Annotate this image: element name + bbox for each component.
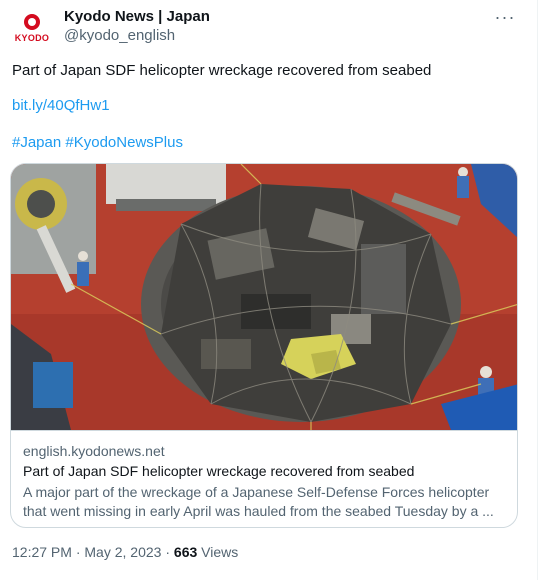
hashtag-japan[interactable]: #Japan bbox=[12, 134, 61, 151]
card-domain: english.kyodonews.net bbox=[23, 443, 165, 459]
card-image[interactable] bbox=[11, 164, 517, 430]
meta-separator: · bbox=[75, 544, 81, 560]
views-label: Views bbox=[201, 544, 239, 560]
tweet-text: Part of Japan SDF helicopter wreckage re… bbox=[12, 62, 432, 79]
author-name[interactable]: Kyodo News | Japan bbox=[64, 8, 210, 25]
card-title: Part of Japan SDF helicopter wreckage re… bbox=[23, 463, 415, 479]
hashtag-kyodonewsplus[interactable]: #KyodoNewsPlus bbox=[65, 134, 183, 151]
card-description: A major part of the wreckage of a Japane… bbox=[23, 484, 494, 519]
kyodo-logo-icon bbox=[24, 13, 40, 30]
more-horizontal-icon[interactable]: ··· bbox=[490, 8, 520, 30]
meta-separator-2: · bbox=[165, 544, 171, 560]
tweet-meta: 12:27 PM · May 2, 2023 · 663 Views bbox=[12, 544, 238, 560]
avatar-brand: KYODO bbox=[14, 32, 50, 43]
link-card[interactable]: english.kyodonews.net Part of Japan SDF … bbox=[10, 163, 518, 528]
tweet: KYODO Kyodo News | Japan @kyodo_english … bbox=[0, 0, 538, 580]
tweet-date[interactable]: May 2, 2023 bbox=[84, 544, 161, 560]
wreckage-photo bbox=[11, 164, 517, 430]
tweet-time[interactable]: 12:27 PM bbox=[12, 544, 72, 560]
card-info[interactable]: english.kyodonews.net Part of Japan SDF … bbox=[11, 430, 517, 527]
avatar[interactable]: KYODO bbox=[12, 8, 52, 48]
tweet-header: KYODO Kyodo News | Japan @kyodo_english … bbox=[12, 6, 526, 50]
author-handle[interactable]: @kyodo_english bbox=[64, 27, 175, 44]
views-count: 663 bbox=[173, 544, 198, 560]
hashtag-row: #Japan #KyodoNewsPlus bbox=[12, 133, 183, 153]
tweet-link[interactable]: bit.ly/40QfHw1 bbox=[12, 96, 110, 116]
